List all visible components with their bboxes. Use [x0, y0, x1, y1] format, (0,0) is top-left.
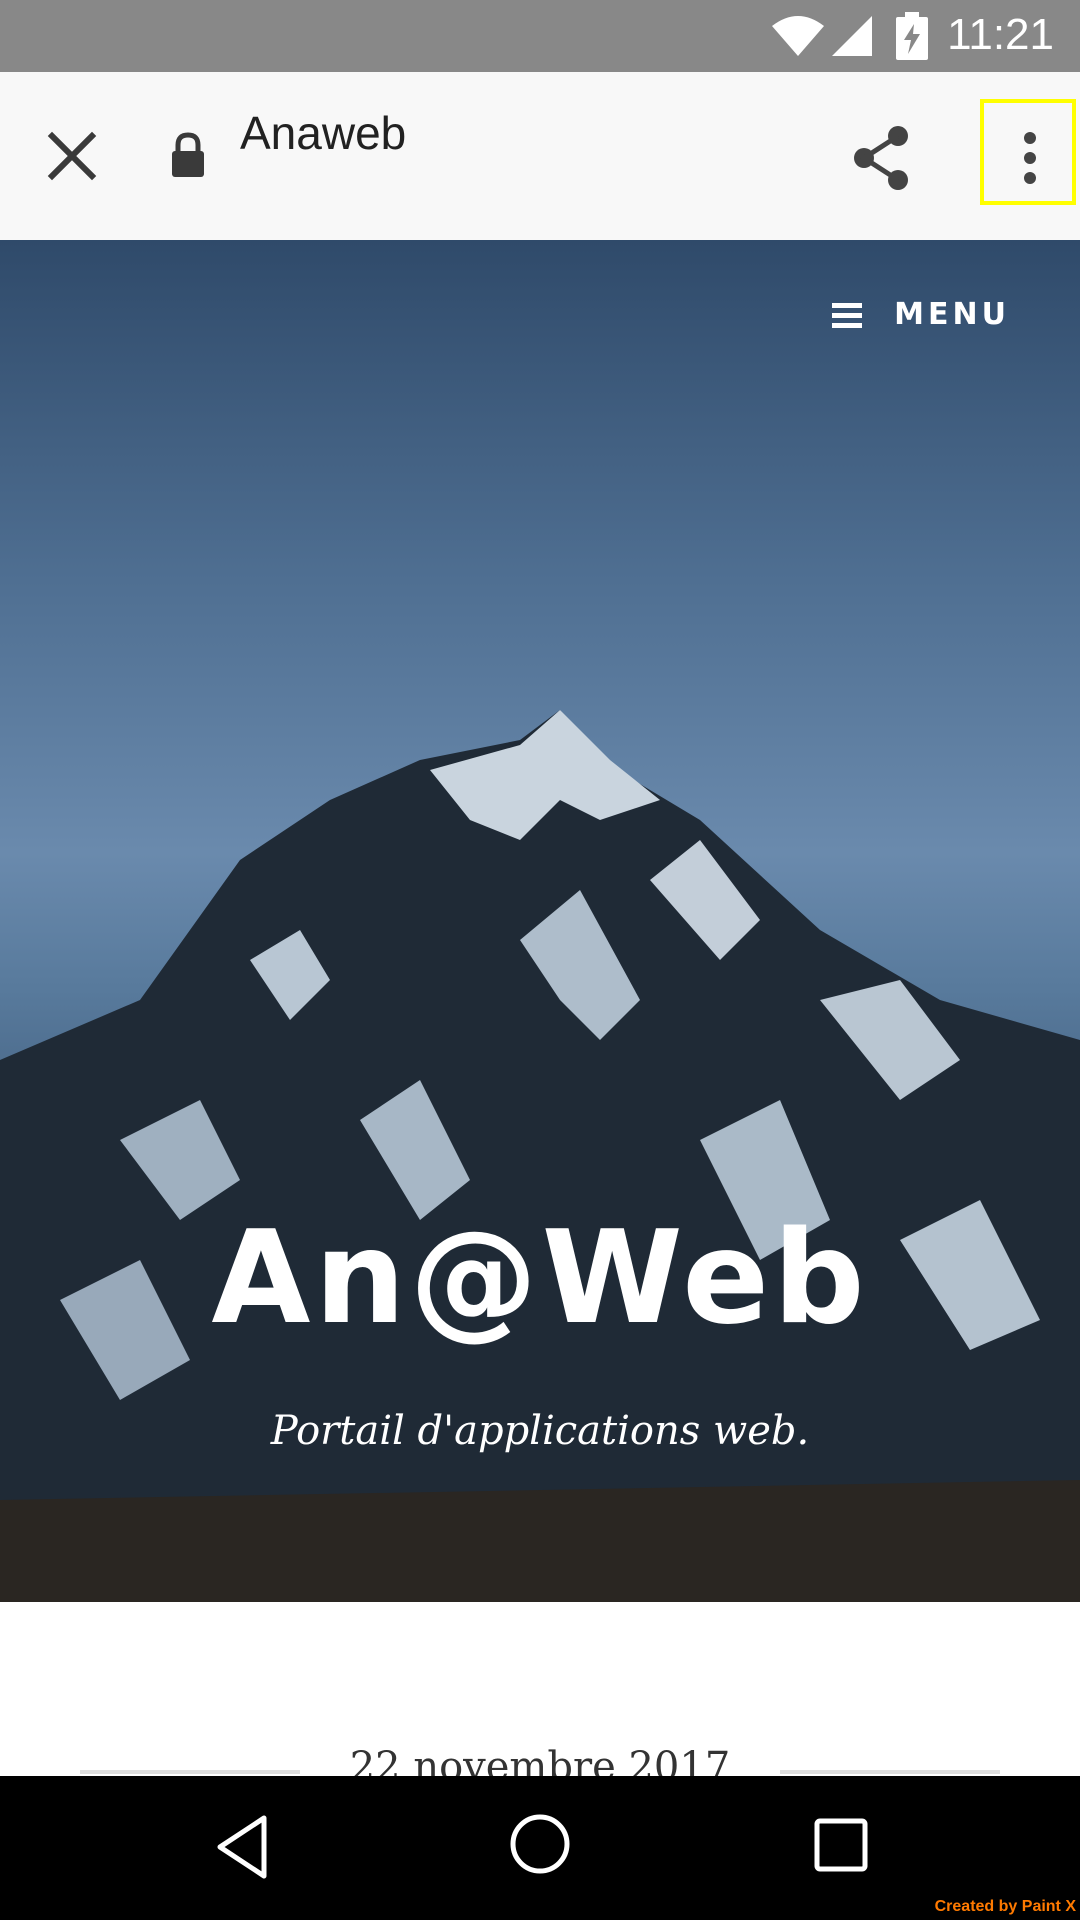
page-title: Anaweb — [240, 107, 407, 159]
back-button[interactable] — [214, 1814, 270, 1880]
more-options-button[interactable] — [980, 99, 1076, 205]
signal-icon — [832, 16, 872, 56]
menu-label: MENU — [894, 297, 1010, 332]
more-options-icon — [1024, 132, 1036, 144]
home-button[interactable] — [508, 1812, 572, 1876]
wifi-icon — [772, 16, 824, 56]
content-area: 22 novembre 2017 — [0, 1602, 1080, 1776]
share-button[interactable] — [846, 122, 918, 194]
site-title[interactable]: An@Web — [0, 1204, 1080, 1353]
watermark: Created by Paint X — [934, 1898, 1076, 1915]
menu-button[interactable]: MENU — [831, 296, 1010, 332]
hero-banner: MENU An@Web Portail d'applications web. — [0, 240, 1080, 1602]
site-tagline: Portail d'applications web. — [270, 1408, 810, 1454]
battery-charging-icon — [896, 12, 928, 60]
browser-toolbar: Anaweb — [0, 72, 1080, 240]
status-time: 11:21 — [947, 10, 1054, 59]
status-bar: 11:21 — [0, 0, 1080, 72]
mountain-image — [0, 710, 1080, 1602]
recents-button[interactable] — [814, 1818, 868, 1872]
divider — [780, 1770, 1000, 1774]
more-options-dot — [1024, 172, 1036, 184]
hamburger-icon — [831, 302, 862, 328]
lock-icon — [172, 132, 204, 177]
system-nav-bar: Created by Paint X — [0, 1776, 1080, 1920]
more-options-dot — [1024, 152, 1036, 164]
close-button[interactable] — [36, 120, 108, 192]
